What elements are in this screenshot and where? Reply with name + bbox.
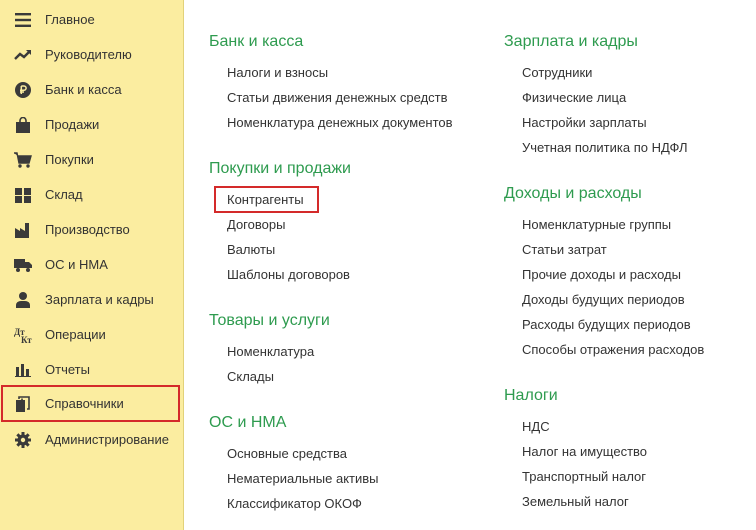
link-okof-classifier[interactable]: Классификатор ОКОФ xyxy=(227,496,362,512)
section-title-fixed-assets: ОС и НМА xyxy=(209,414,287,431)
sidebar-item-reference-books[interactable]: Справочники xyxy=(0,386,184,421)
sidebar-item-label: Главное xyxy=(45,12,95,27)
sidebar-item-fixed-assets[interactable]: ОС и НМА xyxy=(0,247,184,282)
trend-icon xyxy=(14,46,32,64)
sidebar-item-label: ОС и НМА xyxy=(45,257,108,272)
sidebar-item-bank[interactable]: Банк и касса xyxy=(0,72,184,107)
link-currencies[interactable]: Валюты xyxy=(227,242,275,258)
factory-icon xyxy=(14,221,32,239)
person-icon xyxy=(14,291,32,309)
svg-text:Кт: Кт xyxy=(21,335,32,344)
sidebar-item-label: Зарплата и кадры xyxy=(45,292,154,307)
link-expense-reflection-methods[interactable]: Способы отражения расходов xyxy=(522,342,704,358)
reference-books-icon xyxy=(14,395,32,413)
link-cost-items[interactable]: Статьи затрат xyxy=(522,242,607,258)
section-title-bank: Банк и касса xyxy=(209,33,304,50)
sidebar-item-label: Отчеты xyxy=(45,362,90,377)
menu-icon xyxy=(14,11,32,29)
link-nomenclature[interactable]: Номенклатура xyxy=(227,344,314,360)
sidebar-item-label: Производство xyxy=(45,222,130,237)
bar-chart-icon xyxy=(14,361,32,379)
sidebar-item-administration[interactable]: Администрирование xyxy=(0,422,184,457)
link-cash-documents-nomenclature[interactable]: Номенклатура денежных документов xyxy=(227,115,453,131)
link-vat[interactable]: НДС xyxy=(522,419,550,435)
sidebar-item-warehouse[interactable]: Склад xyxy=(0,177,184,212)
sidebar-item-manager[interactable]: Руководителю xyxy=(0,37,184,72)
link-contract-templates[interactable]: Шаблоны договоров xyxy=(227,267,350,283)
sidebar-item-label: Операции xyxy=(45,327,106,342)
link-intangible-assets[interactable]: Нематериальные активы xyxy=(227,471,379,487)
section-title-goods-services: Товары и услуги xyxy=(209,312,330,329)
link-land-tax[interactable]: Земельный налог xyxy=(522,494,629,510)
sidebar: Главное Руководителю Банк и касса Продаж… xyxy=(0,0,184,530)
shopping-bag-icon xyxy=(14,116,32,134)
sidebar-item-reports[interactable]: Отчеты xyxy=(0,352,184,387)
sidebar-item-purchases[interactable]: Покупки xyxy=(0,142,184,177)
section-title-taxes: Налоги xyxy=(504,387,558,404)
link-cash-flow-items[interactable]: Статьи движения денежных средств xyxy=(227,90,448,106)
link-contracts[interactable]: Договоры xyxy=(227,217,285,233)
truck-icon xyxy=(14,256,32,274)
link-employees[interactable]: Сотрудники xyxy=(522,65,592,81)
sidebar-item-operations[interactable]: Дт Кт Операции xyxy=(0,317,184,352)
sidebar-item-label: Банк и касса xyxy=(45,82,122,97)
link-taxes-and-fees[interactable]: Налоги и взносы xyxy=(227,65,328,81)
dt-kt-icon: Дт Кт xyxy=(14,326,32,344)
cart-icon xyxy=(14,151,32,169)
ruble-icon xyxy=(14,81,32,99)
sidebar-item-salary[interactable]: Зарплата и кадры xyxy=(0,282,184,317)
section-title-purchases-sales: Покупки и продажи xyxy=(209,160,351,177)
link-warehouses[interactable]: Склады xyxy=(227,369,274,385)
link-ndfl-policy[interactable]: Учетная политика по НДФЛ xyxy=(522,140,687,156)
sidebar-item-label: Склад xyxy=(45,187,83,202)
link-nomenclature-groups[interactable]: Номенклатурные группы xyxy=(522,217,671,233)
link-other-income-expenses[interactable]: Прочие доходы и расходы xyxy=(522,267,681,283)
sidebar-item-label: Продажи xyxy=(45,117,100,132)
gear-icon xyxy=(14,431,32,449)
link-deferred-income[interactable]: Доходы будущих периодов xyxy=(522,292,685,308)
link-property-tax[interactable]: Налог на имущество xyxy=(522,444,647,460)
link-individuals[interactable]: Физические лица xyxy=(522,90,626,106)
sidebar-item-label: Руководителю xyxy=(45,47,132,62)
link-salary-settings[interactable]: Настройки зарплаты xyxy=(522,115,647,131)
warehouse-icon xyxy=(14,186,32,204)
sidebar-item-production[interactable]: Производство xyxy=(0,212,184,247)
section-title-income-expenses: Доходы и расходы xyxy=(504,185,642,202)
sidebar-item-label: Справочники xyxy=(45,396,124,411)
link-fixed-assets[interactable]: Основные средства xyxy=(227,446,347,462)
section-title-salary: Зарплата и кадры xyxy=(504,33,638,50)
link-deferred-expenses[interactable]: Расходы будущих периодов xyxy=(522,317,691,333)
link-transport-tax[interactable]: Транспортный налог xyxy=(522,469,646,485)
sidebar-item-label: Покупки xyxy=(45,152,94,167)
sidebar-item-sales[interactable]: Продажи xyxy=(0,107,184,142)
sidebar-item-main[interactable]: Главное xyxy=(0,2,184,37)
sidebar-item-label: Администрирование xyxy=(45,432,169,447)
link-counterparties[interactable]: Контрагенты xyxy=(227,192,304,208)
